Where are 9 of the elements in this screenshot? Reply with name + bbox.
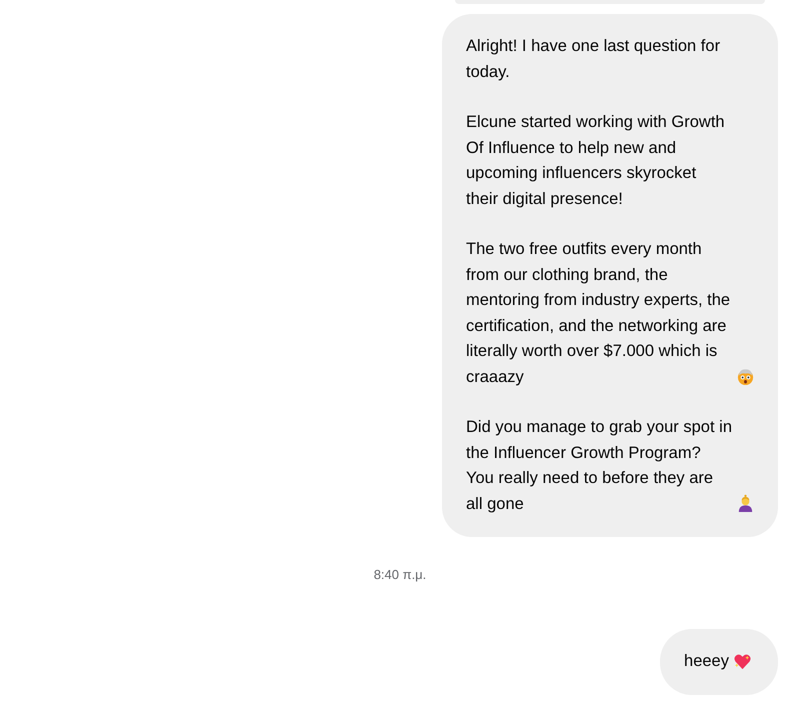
message-text: Alright! I have one last question for today.: [466, 36, 722, 82]
person-emoji-icon: [736, 494, 755, 513]
message-text: The two free outfits every month from our clothing brand, the mentoring from industry experts, the certification, and the networking are literally worth over $7.000 which is craaazy: [466, 239, 732, 388]
message-text: Elcune started working with Growth Of Influence to help new and upcoming influencers skyrocket their digital presence!: [466, 112, 726, 210]
message-timestamp: 8:40 π.μ.: [374, 567, 426, 582]
face-emoji-icon: [736, 367, 755, 386]
heart-emoji-icon: [733, 652, 752, 670]
message-text: Did you manage to grab your spot in the Influencer Growth Program? You really need to before they are all gone: [466, 417, 732, 514]
message-text: heeey: [684, 651, 729, 672]
